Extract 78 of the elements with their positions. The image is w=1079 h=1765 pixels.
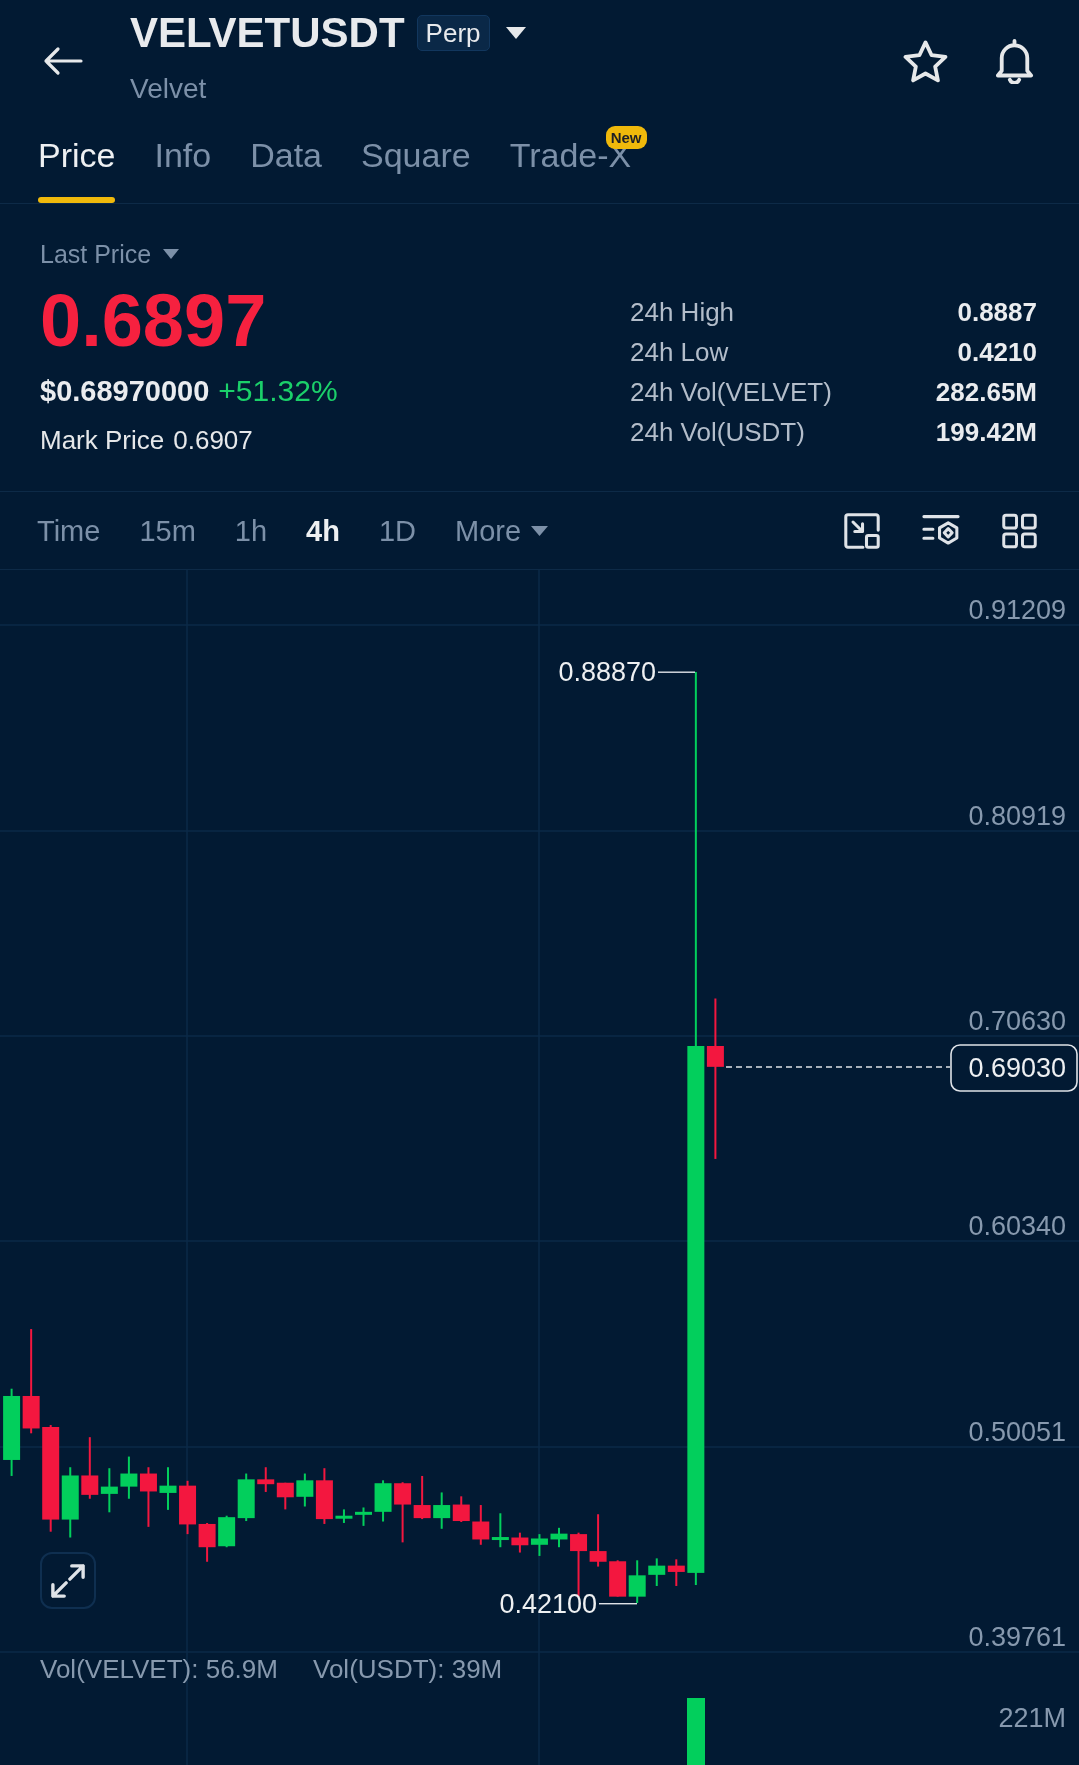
leader-line — [599, 1603, 637, 1605]
candlestick — [355, 1507, 372, 1526]
new-badge: New — [605, 126, 647, 149]
candlestick — [374, 1480, 392, 1522]
price-type-dropdown[interactable]: Last Price — [40, 239, 180, 269]
price-axis-label: 0.50051 — [968, 1417, 1066, 1447]
candlestick — [120, 1456, 138, 1499]
price-axis-label: 0.80919 — [968, 801, 1066, 831]
candlestick — [276, 1482, 294, 1510]
section-tab[interactable]: Data — [250, 130, 322, 203]
expand-arrows-icon — [51, 1563, 85, 1598]
candlestick — [257, 1467, 275, 1492]
caret-down-icon — [531, 525, 549, 536]
section-tab[interactable]: Square — [361, 130, 471, 203]
candlestick — [452, 1496, 470, 1522]
mark-price-label: Mark Price — [40, 424, 165, 456]
volume-bar — [687, 1698, 705, 1765]
candlestick — [648, 1558, 666, 1586]
candlestick — [472, 1505, 490, 1545]
high-price-label: 0.88870 — [558, 657, 656, 687]
stat-value: 0.8887 — [956, 296, 1037, 328]
symbol-title: VELVETUSDT — [130, 9, 405, 57]
price-axis-label: 0.60340 — [968, 1211, 1066, 1241]
section-tab[interactable]: Price — [38, 130, 116, 203]
candlestick — [413, 1475, 431, 1520]
caret-down-icon — [163, 249, 180, 259]
interval-tab[interactable]: Time — [37, 512, 101, 549]
volume-legend: Vol(USDT): 39M — [313, 1654, 503, 1684]
expand-button[interactable] — [40, 1552, 96, 1609]
price-axis-label: 0.91209 — [968, 595, 1066, 625]
star-icon[interactable] — [903, 39, 948, 83]
more-dropdown[interactable]: More — [455, 512, 549, 549]
last-price: 0.6897 — [40, 281, 267, 361]
stat-label: 24h Low — [630, 336, 730, 368]
low-price-label: 0.42100 — [499, 1589, 597, 1619]
stat-label: 24h Vol(USDT) — [630, 416, 806, 448]
candlestick — [550, 1527, 568, 1548]
coin-name: Velvet — [130, 72, 207, 106]
candlestick — [530, 1534, 548, 1556]
candlestick — [159, 1467, 177, 1510]
usd-price: $0.68970000 — [40, 374, 210, 409]
price-axis-label: 0.39761 — [968, 1622, 1066, 1652]
price-axis-label: 0.70630 — [968, 1006, 1066, 1036]
interval-tab[interactable]: 15m — [139, 512, 196, 549]
current-price-tag: 0.69030 — [950, 1044, 1078, 1092]
candlestick — [335, 1509, 353, 1523]
candlestick — [179, 1480, 197, 1535]
stat-label: 24h Vol(VELVET) — [630, 376, 833, 408]
candlestick — [589, 1514, 607, 1567]
back-arrow-icon[interactable] — [43, 46, 83, 76]
mark-price-value: 0.6907 — [173, 424, 253, 456]
candlestick — [198, 1523, 216, 1562]
stat-value: 0.4210 — [956, 336, 1037, 368]
candlestick — [491, 1513, 509, 1548]
candlestick — [609, 1560, 627, 1597]
stat-value: 282.65M — [935, 376, 1037, 408]
candlestick — [667, 1559, 685, 1586]
stat-label: 24h High — [630, 296, 736, 328]
grid-icon[interactable] — [1002, 512, 1037, 549]
candlestick — [511, 1532, 529, 1553]
leader-line — [658, 671, 695, 673]
candlestick — [394, 1482, 412, 1543]
candlestick — [628, 1560, 646, 1603]
candlestick — [139, 1467, 157, 1527]
caret-down-icon[interactable] — [505, 27, 526, 39]
contract-type-badge: Perp — [416, 15, 490, 51]
candlestick — [433, 1492, 451, 1529]
price-change: +51.32% — [218, 373, 338, 409]
stat-value: 199.42M — [935, 416, 1037, 448]
volume-axis-label: 221M — [998, 1703, 1066, 1733]
interval-tab[interactable]: 1D — [378, 512, 416, 549]
arrow-in-frame-icon[interactable] — [844, 512, 880, 549]
candlestick — [100, 1468, 118, 1513]
candlestick — [81, 1437, 99, 1499]
volume-legend: Vol(VELVET): 56.9M — [40, 1654, 278, 1684]
interval-tab[interactable]: 1h — [234, 512, 268, 549]
interval-tab[interactable]: 4h — [306, 512, 340, 549]
section-tab[interactable]: Info — [154, 130, 212, 203]
